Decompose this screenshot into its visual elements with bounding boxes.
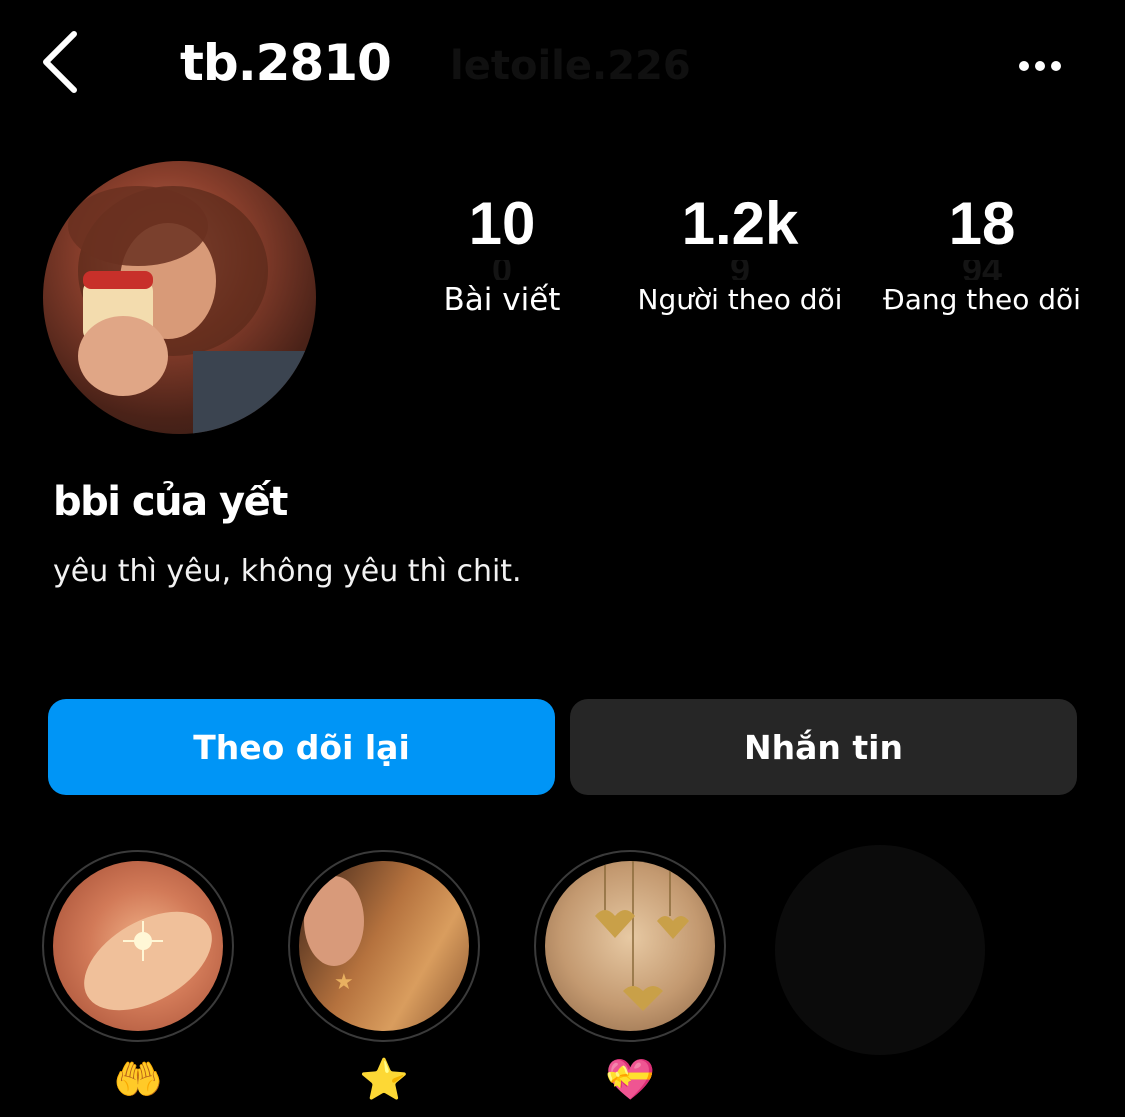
bio-text: yêu thì yêu, không yêu thì chit. [53, 554, 522, 589]
following-label: Đang theo dõi [883, 283, 1081, 316]
stat-followers[interactable]: 1.2k 9 Người theo dõi [630, 188, 850, 320]
stat-following[interactable]: 18 94 Đang theo dõi [872, 188, 1092, 320]
ghost-username: letoile.226 [450, 43, 691, 89]
message-button[interactable]: Nhắn tin [570, 699, 1077, 795]
followers-count: 1.2k [681, 190, 799, 257]
profile-username: tb.2810 [180, 34, 392, 92]
follow-back-button[interactable]: Theo dõi lại [48, 699, 555, 795]
highlight-empty-placeholder [775, 845, 985, 1055]
more-options-button[interactable] [1000, 40, 1080, 90]
highlight-1-label: 🤲 [113, 1057, 163, 1103]
highlight-1[interactable] [42, 850, 234, 1042]
chevron-left-icon [43, 31, 77, 93]
highlight-2-cover: ★ [299, 861, 469, 1031]
highlight-3-cover [545, 861, 715, 1031]
highlight-2[interactable]: ★ [288, 850, 480, 1042]
display-name: bbi của yết [53, 479, 288, 525]
avatar-image [68, 186, 316, 434]
avatar[interactable] [43, 161, 316, 434]
highlight-1-cover [53, 861, 223, 1031]
back-button[interactable] [30, 22, 90, 102]
followers-ghost-count: 9 [630, 260, 850, 280]
highlight-2-label: ⭐ [359, 1057, 409, 1103]
posts-count: 10 [468, 190, 536, 257]
highlight-3-label: 💝 [605, 1057, 655, 1103]
stat-posts[interactable]: 10 0 Bài viết [392, 188, 612, 320]
svg-text:★: ★ [334, 970, 354, 995]
posts-label: Bài viết [443, 282, 561, 318]
posts-ghost-count: 0 [392, 260, 612, 280]
more-horizontal-icon [1016, 56, 1064, 75]
following-count: 18 [948, 190, 1016, 257]
highlight-3[interactable] [534, 850, 726, 1042]
followers-label: Người theo dõi [637, 283, 843, 316]
following-ghost-count: 94 [872, 260, 1092, 280]
